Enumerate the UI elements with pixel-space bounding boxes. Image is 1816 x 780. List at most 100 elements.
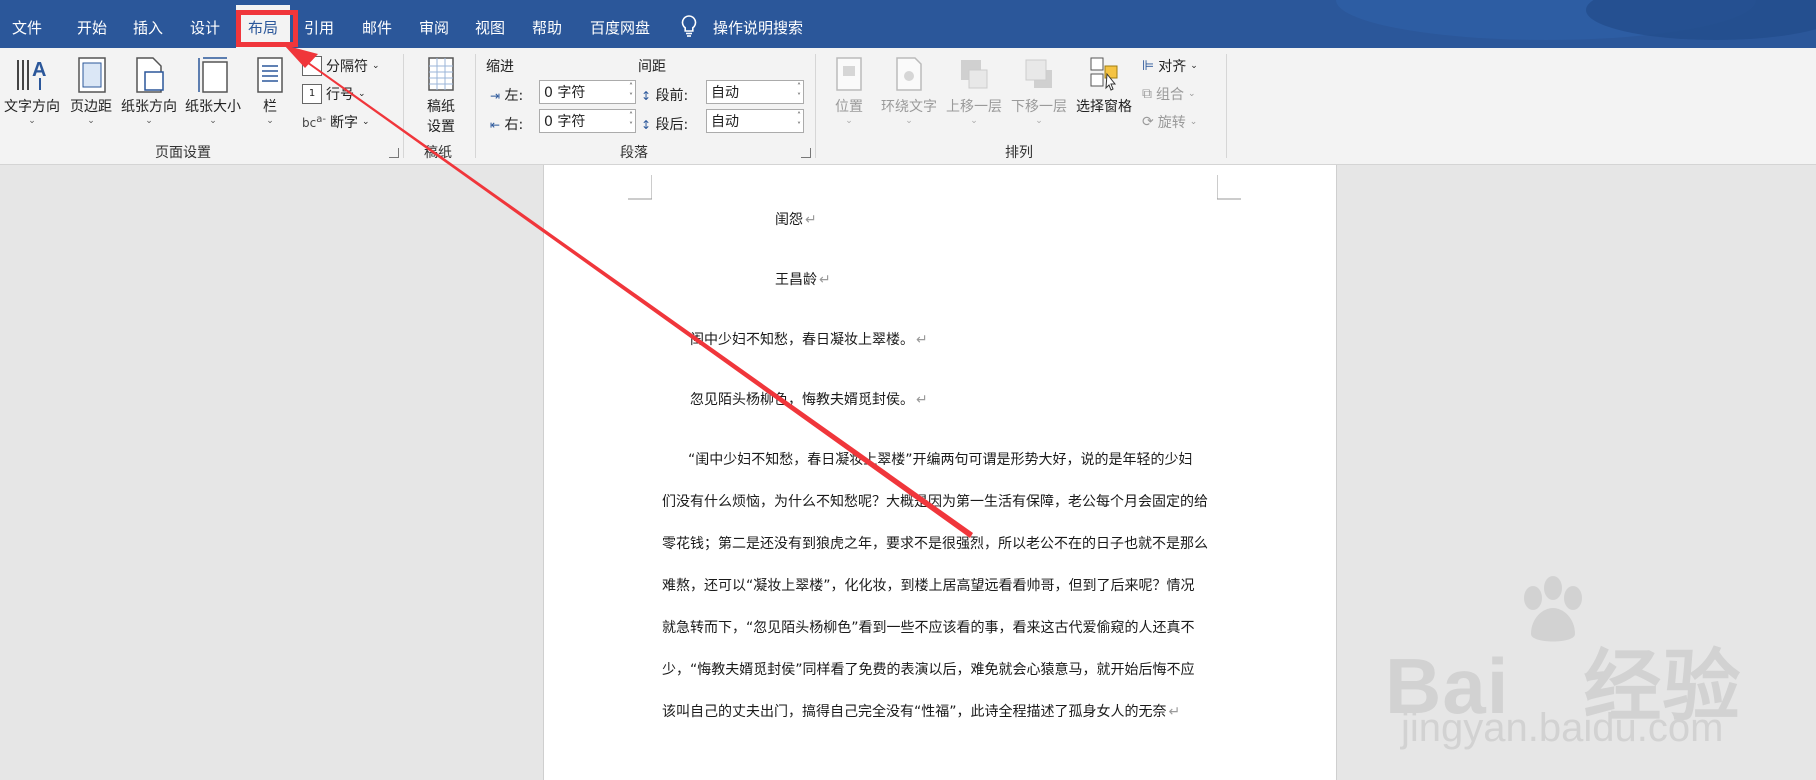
paragraph-mark: ↵ (916, 332, 928, 348)
text-direction-button[interactable]: A 文字方向 ⌄ (2, 54, 62, 126)
group-divider (815, 54, 816, 158)
paragraph-dialog-launcher[interactable] (801, 148, 811, 158)
body-line[interactable]: “闺中少妇不知愁，春日凝妆上翠楼”开编两句可谓是形势大好，说的是年轻的少妇 (688, 449, 1193, 469)
manuscript-settings-button[interactable]: 稿纸 设置 (418, 54, 464, 136)
body-line[interactable]: 就急转而下，“忽见陌头杨柳色”看到一些不应该看的事，看来这古代爱偷窥的人还真不 (662, 617, 1195, 637)
manuscript-label-line1: 稿纸 (427, 99, 455, 115)
line-numbers-label: 行号 (326, 87, 354, 103)
body-line-last[interactable]: 该叫自己的丈夫出门，搞得自己完全没有“性福”，此诗全程描述了孤身女人的无奈 ↵ (662, 701, 1180, 721)
body-line-text: 该叫自己的丈夫出门，搞得自己完全没有“性福”，此诗全程描述了孤身女人的无奈 (662, 704, 1167, 720)
tab-design[interactable]: 设计 (190, 0, 220, 48)
tab-insert[interactable]: 插入 (133, 0, 163, 48)
line-numbers-button[interactable]: 1 行号 ⌄ (302, 84, 366, 104)
send-backward-button[interactable]: 下移一层 ⌄ (1006, 54, 1072, 126)
margin-corner-mark (1217, 175, 1241, 200)
body-line[interactable]: 们没有什么烦恼，为什么不知愁呢？大概是因为第一生活有保障，老公每个月会固定的给 (662, 491, 1208, 511)
poem-verse-2[interactable]: 忽见陌头杨柳色，悔教夫婿觅封侯。 ↵ (690, 389, 928, 409)
lightbulb-icon[interactable] (680, 15, 698, 37)
size-label: 纸张大小 (185, 99, 241, 115)
text-direction-icon: A (17, 59, 46, 90)
body-line[interactable]: 难熬，还可以“凝妆上翠楼”，化化妆，到楼上居高望远看看帅哥，但到了后来呢？情况 (662, 575, 1195, 595)
spacing-before-label: ↕ 段前: (641, 85, 688, 105)
chevron-down-icon: ⌄ (1188, 89, 1196, 99)
group-button[interactable]: ⧉ 组合 ⌄ (1142, 84, 1196, 104)
document-page[interactable]: 闺怨 ↵ 王昌龄 ↵ 闺中少妇不知愁，春日凝妆上翠楼。 ↵ 忽见陌头杨柳色，悔教夫婿觅… (543, 165, 1337, 780)
ribbon-layout-panel: A 文字方向 ⌄ 页边距 ⌄ 纸张方向 ⌄ 纸张大小 ⌄ 栏 ⌄ 分隔符 ⌄ 1… (0, 48, 1816, 165)
body-line[interactable]: 零花钱；第二是还没有到狼虎之年，要求不是很强烈，所以老公不在的日子也就不是那么 (662, 533, 1208, 553)
chevron-down-icon: ⌄ (845, 116, 853, 126)
chevron-down-icon: ⌄ (87, 116, 95, 126)
paragraph-mark: ↵ (805, 212, 817, 228)
position-button[interactable]: 位置 ⌄ (826, 54, 872, 126)
page-setup-dialog-launcher[interactable] (389, 148, 399, 158)
columns-icon (257, 57, 283, 93)
spacing-before-input[interactable]: 自动 ˄ ˅ (706, 80, 804, 104)
margin-corner-mark (628, 175, 652, 200)
group-divider (1226, 54, 1227, 158)
tab-view[interactable]: 视图 (475, 0, 505, 48)
breaks-label: 分隔符 (326, 59, 368, 75)
margins-button[interactable]: 页边距 ⌄ (66, 54, 116, 126)
spin-arrows-icon[interactable]: ˄ ˅ (629, 111, 633, 131)
spacing-after-text: 段后: (655, 117, 689, 133)
indent-right-input[interactable]: 0 字符 ˄ ˅ (539, 109, 636, 133)
poem-title[interactable]: 闺怨 ↵ (775, 209, 817, 229)
poem-verse-1[interactable]: 闺中少妇不知愁，春日凝妆上翠楼。 ↵ (690, 329, 928, 349)
margins-icon (78, 57, 106, 93)
wrap-text-label: 环绕文字 (881, 99, 937, 115)
tab-help[interactable]: 帮助 (532, 0, 562, 48)
send-backward-label: 下移一层 (1011, 99, 1067, 115)
hyphenation-button[interactable]: bca- 断字 ⌄ (302, 112, 370, 132)
breaks-button[interactable]: 分隔符 ⌄ (302, 56, 380, 76)
spacing-after-input[interactable]: 自动 ˄ ˅ (706, 109, 804, 133)
spacing-before-text: 段前: (655, 88, 689, 104)
body-line[interactable]: 少，“悔教夫婿觅封侯”同样看了免费的表演以后，难免就会心猿意马，就开始后悔不应 (662, 659, 1195, 679)
spacing-header: 间距 (638, 59, 666, 75)
tab-review[interactable]: 审阅 (419, 0, 449, 48)
paragraph-group-label: 段落 (620, 145, 648, 161)
indent-right-icon: ⇤ (490, 118, 501, 132)
tab-baidu-netdisk[interactable]: 百度网盘 (590, 0, 650, 48)
align-button[interactable]: ⊫ 对齐 ⌄ (1142, 56, 1198, 76)
chevron-down-icon: ⌄ (970, 116, 978, 126)
paper-size-icon (198, 57, 228, 93)
verse-1-text: 闺中少妇不知愁，春日凝妆上翠楼。 (690, 332, 914, 348)
size-button[interactable]: 纸张大小 ⌄ (182, 54, 244, 126)
spin-arrows-icon[interactable]: ˄ ˅ (629, 82, 633, 102)
spacing-after-value: 自动 (711, 114, 739, 130)
chevron-down-icon: ⌄ (905, 116, 913, 126)
spacing-after-label: ↕ 段后: (641, 114, 688, 134)
group-icon: ⧉ (1142, 86, 1152, 102)
wrap-text-button[interactable]: 环绕文字 ⌄ (876, 54, 942, 126)
watermark-brand-suffix: 经验 (1583, 642, 1742, 730)
rotate-button[interactable]: ⟳ 旋转 ⌄ (1142, 112, 1197, 132)
margins-label: 页边距 (70, 99, 112, 115)
indent-right-value: 0 字符 (544, 114, 586, 130)
columns-button[interactable]: 栏 ⌄ (250, 54, 290, 126)
position-icon (836, 57, 862, 91)
tell-me-search[interactable]: 操作说明搜索 (713, 0, 803, 48)
watermark-brand-prefix: Bai (1385, 642, 1510, 730)
spin-arrows-icon[interactable]: ˄ ˅ (797, 111, 801, 131)
spacing-before-value: 自动 (711, 85, 739, 101)
group-divider (475, 54, 476, 158)
spin-arrows-icon[interactable]: ˄ ˅ (797, 82, 801, 102)
tab-mailings[interactable]: 邮件 (362, 0, 392, 48)
tab-references[interactable]: 引用 (304, 0, 334, 48)
poem-author[interactable]: 王昌龄 ↵ (775, 269, 831, 289)
chevron-down-icon: ⌄ (209, 116, 217, 126)
chevron-down-icon: ⌄ (266, 116, 274, 126)
send-backward-icon (1025, 59, 1052, 88)
orientation-button[interactable]: 纸张方向 ⌄ (118, 54, 180, 126)
position-label: 位置 (835, 99, 863, 115)
tab-home[interactable]: 开始 (77, 0, 107, 48)
wrap-text-icon (896, 57, 922, 91)
tab-file[interactable]: 文件 (12, 0, 42, 48)
chevron-down-icon: ⌄ (28, 116, 36, 126)
selection-pane-button[interactable]: 选择窗格 (1072, 54, 1136, 116)
chevron-down-icon: ⌄ (1035, 116, 1043, 126)
manuscript-group-label: 稿纸 (424, 145, 452, 161)
indent-left-input[interactable]: 0 字符 ˄ ˅ (539, 80, 636, 104)
bring-forward-button[interactable]: 上移一层 ⌄ (942, 54, 1006, 126)
breaks-icon (302, 56, 322, 76)
